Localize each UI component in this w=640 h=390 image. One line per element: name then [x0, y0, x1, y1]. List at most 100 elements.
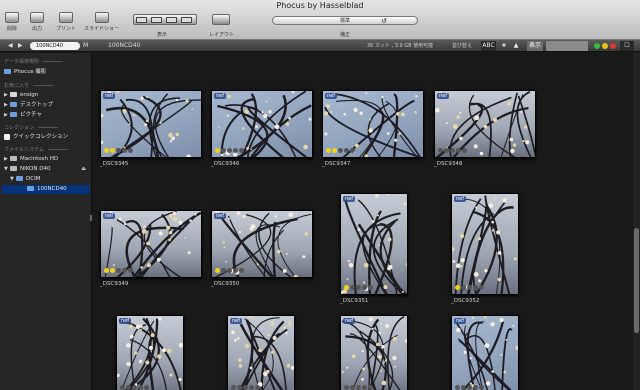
- rating-dot-active[interactable]: [215, 148, 220, 153]
- sync-icon[interactable]: ↺: [381, 17, 387, 25]
- rating-dot[interactable]: [116, 148, 121, 153]
- sort-button[interactable]: 並び替え: [452, 42, 472, 49]
- rating-dot[interactable]: [221, 148, 226, 153]
- rating-dot[interactable]: [249, 385, 254, 390]
- star-filter-button[interactable]: ★: [499, 41, 509, 51]
- rating-dot[interactable]: [243, 385, 248, 390]
- rating-dot[interactable]: [350, 385, 355, 390]
- sidebar-item-nikon-d40[interactable]: ▼ NIKON D40 ⏏: [4, 165, 90, 174]
- rating-dot[interactable]: [479, 285, 484, 290]
- export-button[interactable]: 出力: [30, 12, 44, 32]
- rating-dot[interactable]: [239, 148, 244, 153]
- rating-dot[interactable]: [438, 148, 443, 153]
- rating-dot[interactable]: [479, 385, 484, 390]
- thumbnail-size-slider[interactable]: [546, 41, 588, 51]
- rating-indicator[interactable]: [326, 148, 355, 154]
- sort-abc-button[interactable]: ABC: [481, 41, 496, 51]
- rating-dot-active[interactable]: [215, 268, 220, 273]
- thumbnail[interactable]: nef: [100, 90, 202, 158]
- scrollbar-thumb[interactable]: [634, 228, 639, 333]
- adjustment-preset-select[interactable]: 標準 ↺: [272, 16, 418, 25]
- rating-dot[interactable]: [450, 148, 455, 153]
- rating-indicator[interactable]: [231, 385, 260, 390]
- rating-dot-active[interactable]: [104, 268, 109, 273]
- rating-dot[interactable]: [233, 148, 238, 153]
- thumbnail[interactable]: nef: [434, 90, 536, 158]
- rating-indicator[interactable]: [438, 148, 467, 154]
- rating-indicator[interactable]: [104, 148, 133, 154]
- view-single-icon[interactable]: [136, 17, 147, 23]
- rating-dot[interactable]: [444, 148, 449, 153]
- rating-dot[interactable]: [122, 268, 127, 273]
- sidebar-item-quick-collection[interactable]: クイックコレクション: [4, 133, 90, 142]
- rating-dot[interactable]: [144, 385, 149, 390]
- thumbnail[interactable]: nef: [100, 210, 202, 278]
- rating-dot[interactable]: [456, 148, 461, 153]
- red-dot-icon[interactable]: [610, 43, 616, 49]
- rating-dot-active[interactable]: [332, 148, 337, 153]
- sidebar-item-100ncd40[interactable]: 100NCD40: [2, 185, 90, 194]
- rating-dot[interactable]: [255, 385, 260, 390]
- sidebar-item-ensign[interactable]: ▶ ensign: [4, 91, 90, 100]
- vertical-scrollbar[interactable]: [633, 53, 640, 390]
- rating-dot[interactable]: [237, 385, 242, 390]
- rating-dot[interactable]: [356, 385, 361, 390]
- thumbnail[interactable]: nef: [322, 90, 424, 158]
- rating-dot[interactable]: [467, 285, 472, 290]
- rating-indicator[interactable]: [120, 385, 149, 390]
- sidebar-item-dcim[interactable]: ▼ DCIM: [10, 175, 90, 184]
- sidebar-item-pictures[interactable]: ▶ ピクチャ: [4, 111, 90, 120]
- rating-dot[interactable]: [368, 385, 373, 390]
- rating-dot[interactable]: [128, 148, 133, 153]
- rating-dot[interactable]: [132, 385, 137, 390]
- delete-button[interactable]: 削除: [5, 12, 19, 32]
- rating-dot[interactable]: [467, 385, 472, 390]
- rating-dot[interactable]: [138, 385, 143, 390]
- rating-dot-active[interactable]: [344, 285, 349, 290]
- sidebar-item-macintosh-hd[interactable]: ▶ Macintosh HD: [4, 155, 90, 164]
- rating-dot[interactable]: [227, 148, 232, 153]
- rating-indicator[interactable]: [455, 285, 484, 291]
- rating-dot[interactable]: [462, 148, 467, 153]
- rating-dot[interactable]: [362, 385, 367, 390]
- label-filter-button[interactable]: ☐: [620, 41, 634, 51]
- rating-indicator[interactable]: [344, 385, 373, 390]
- rating-dot[interactable]: [120, 385, 125, 390]
- rating-indicator[interactable]: [215, 268, 244, 274]
- rating-dot[interactable]: [461, 385, 466, 390]
- rating-dot[interactable]: [344, 148, 349, 153]
- view-film-icon[interactable]: [181, 17, 192, 23]
- rating-dot[interactable]: [221, 268, 226, 273]
- rating-dot[interactable]: [362, 285, 367, 290]
- thumbnail[interactable]: nef: [340, 193, 408, 295]
- thumbnail[interactable]: nef: [211, 210, 313, 278]
- thumbnail[interactable]: nef: [451, 315, 519, 390]
- rating-dot[interactable]: [239, 268, 244, 273]
- rating-dot[interactable]: [473, 285, 478, 290]
- view-grid-icon[interactable]: [166, 17, 177, 23]
- rating-dot[interactable]: [231, 385, 236, 390]
- sidebar-item-phocus-capture[interactable]: Phocus 撮影: [4, 68, 90, 77]
- green-dot-icon[interactable]: [594, 43, 600, 49]
- yellow-dot-icon[interactable]: [602, 43, 608, 49]
- eject-icon[interactable]: ⏏: [81, 165, 86, 174]
- rating-dot-active[interactable]: [326, 148, 331, 153]
- rating-dot[interactable]: [116, 268, 121, 273]
- rating-dot[interactable]: [461, 285, 466, 290]
- slideshow-button[interactable]: スライドショー: [84, 12, 119, 32]
- rating-indicator[interactable]: [104, 268, 133, 274]
- view-mode-selector[interactable]: [133, 14, 197, 25]
- back-arrow-icon[interactable]: ◀: [8, 42, 13, 49]
- rating-indicator[interactable]: [455, 385, 484, 390]
- rating-dot[interactable]: [455, 385, 460, 390]
- rating-dot[interactable]: [344, 385, 349, 390]
- up-arrow-icon[interactable]: ▲: [511, 41, 521, 51]
- rating-dot[interactable]: [368, 285, 373, 290]
- rating-dot-active[interactable]: [455, 285, 460, 290]
- rating-dot-active[interactable]: [104, 148, 109, 153]
- forward-arrow-icon[interactable]: ▶: [18, 42, 23, 49]
- rating-dot[interactable]: [350, 148, 355, 153]
- rating-indicator[interactable]: [344, 285, 373, 291]
- rating-dot-active[interactable]: [110, 148, 115, 153]
- rating-dot[interactable]: [473, 385, 478, 390]
